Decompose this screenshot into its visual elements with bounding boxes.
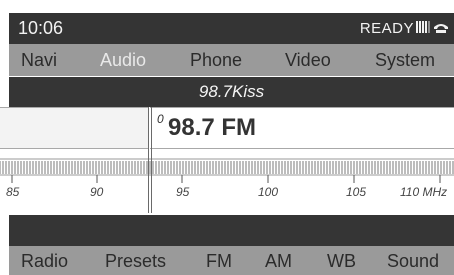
station-name: 98.7Kiss bbox=[198, 82, 265, 101]
scale-label-85: 85 bbox=[6, 185, 20, 199]
scale-label-90: 90 bbox=[90, 185, 104, 199]
main-menu: Navi Audio Phone Video System bbox=[9, 44, 454, 76]
tuner-display: 0 98.7 FM 85 90 95 100 105 110 MHz bbox=[0, 107, 454, 215]
main-menu-video[interactable]: Video bbox=[285, 50, 331, 71]
sub-menu-sound[interactable]: Sound bbox=[387, 251, 439, 272]
signal-strength-icon bbox=[416, 21, 430, 33]
ready-status: READY bbox=[359, 20, 414, 37]
audio-radio-screen: 10:06 READY Navi Audio Phone Video Syste… bbox=[0, 0, 454, 275]
phone-handset-icon bbox=[434, 24, 448, 33]
scale-label-100: 100 bbox=[258, 185, 279, 199]
scale-label-105: 105 bbox=[346, 185, 367, 199]
scale-label-95: 95 bbox=[176, 185, 190, 199]
main-menu-navi[interactable]: Navi bbox=[21, 50, 57, 71]
sub-menu-presets[interactable]: Presets bbox=[105, 251, 166, 272]
sub-menu-am[interactable]: AM bbox=[265, 251, 292, 272]
main-menu-phone[interactable]: Phone bbox=[190, 50, 242, 71]
main-menu-system[interactable]: System bbox=[375, 50, 435, 71]
tuning-needle-shadow bbox=[151, 107, 152, 213]
tuner-left-panel bbox=[0, 107, 148, 149]
sub-menu: Radio Presets FM AM WB Sound bbox=[9, 246, 454, 275]
tuning-needle bbox=[148, 107, 149, 213]
station-info-bar: 98.7Kiss bbox=[9, 77, 454, 107]
preset-number: 0 bbox=[157, 112, 164, 126]
main-menu-audio[interactable]: Audio bbox=[100, 50, 146, 71]
frequency-display: 0 98.7 FM bbox=[150, 107, 454, 149]
scale-label-110-mhz: 110 MHz bbox=[400, 185, 448, 199]
sub-menu-fm[interactable]: FM bbox=[206, 251, 232, 272]
status-bar: 10:06 READY bbox=[9, 13, 454, 44]
frequency-value: 98.7 FM bbox=[168, 114, 257, 141]
sub-menu-radio[interactable]: Radio bbox=[21, 251, 68, 272]
clock: 10:06 bbox=[18, 18, 64, 38]
frequency-scale[interactable] bbox=[0, 157, 454, 213]
bottom-info-bar bbox=[9, 215, 454, 246]
sub-menu-wb[interactable]: WB bbox=[327, 251, 356, 272]
